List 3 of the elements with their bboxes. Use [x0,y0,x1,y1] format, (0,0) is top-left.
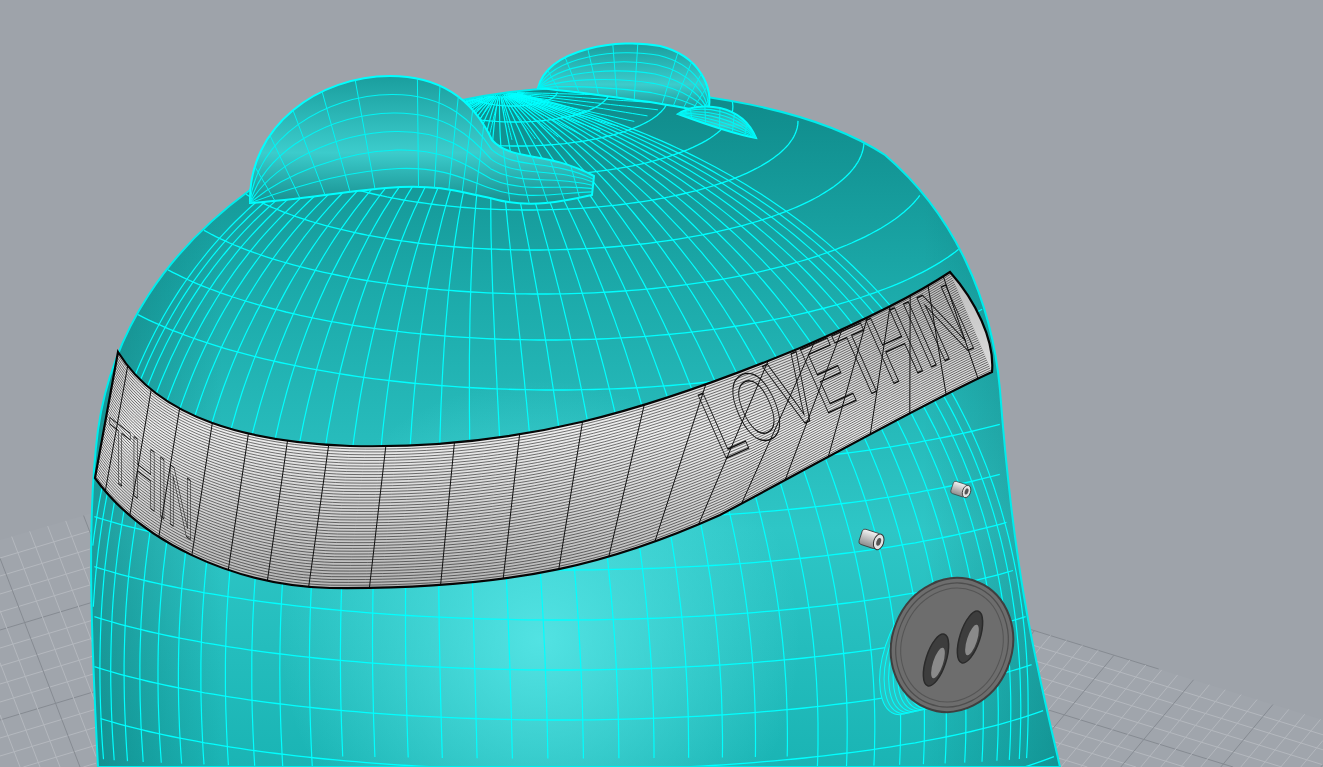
band-lettering: THIN [109,398,194,561]
screw [857,527,885,551]
screw [949,480,972,499]
